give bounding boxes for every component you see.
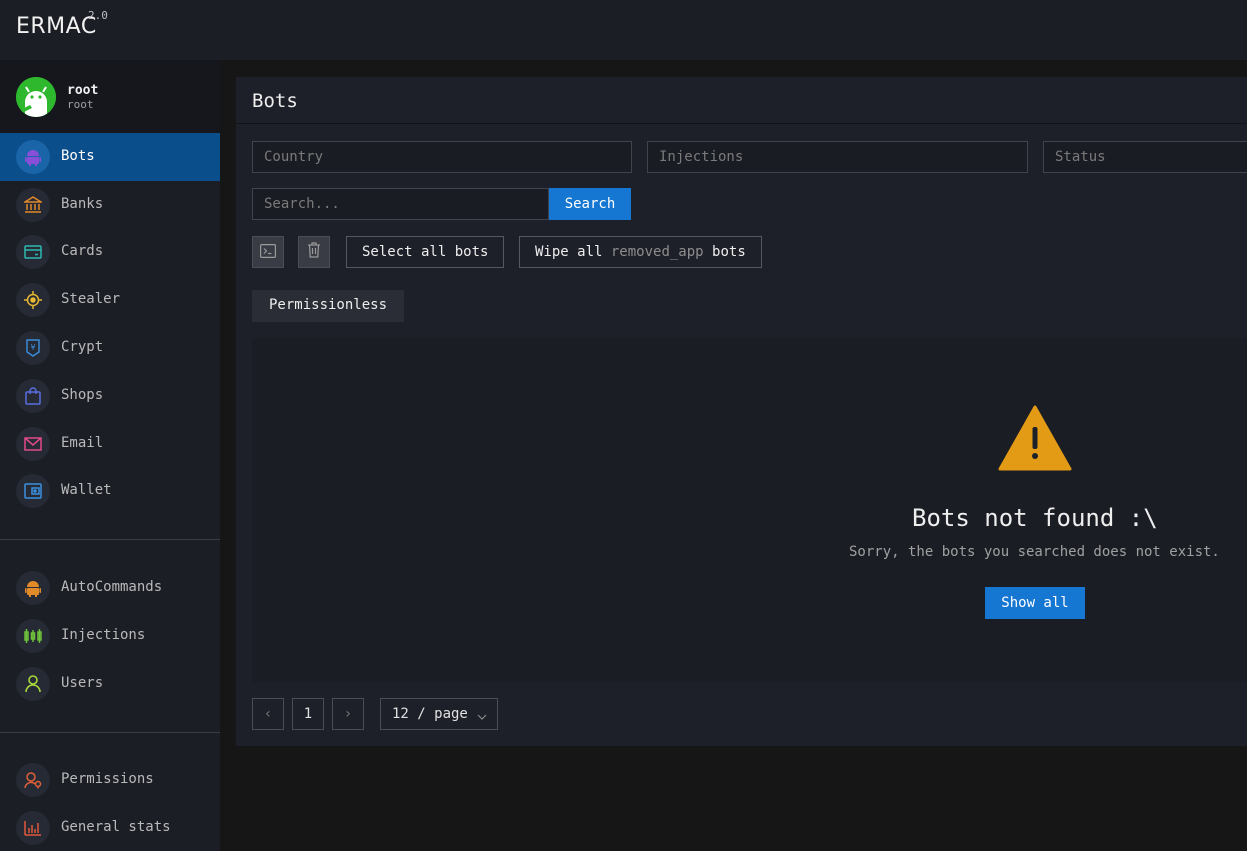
bots-panel: Bots Country Injections Status Search Se… bbox=[236, 77, 1247, 746]
bank-icon bbox=[16, 188, 50, 222]
sidebar-item-label: Bots bbox=[61, 148, 95, 164]
avatar bbox=[16, 77, 56, 117]
injections-select[interactable]: Injections bbox=[647, 141, 1028, 173]
sidebar-item-cards[interactable]: Cards bbox=[0, 228, 220, 276]
sidebar-item-label: Stealer bbox=[61, 291, 121, 307]
sidebar-item-label: Wallet bbox=[61, 482, 112, 498]
user-icon bbox=[16, 667, 50, 701]
svg-text:¥: ¥ bbox=[30, 343, 35, 352]
injections-icon bbox=[16, 619, 50, 653]
sidebar-item-label: Banks bbox=[61, 196, 104, 212]
sidebar-item-wallet[interactable]: Wallet bbox=[0, 467, 220, 515]
chevron-right-icon: › bbox=[343, 706, 353, 722]
empty-state-subtitle: Sorry, the bots you searched does not ex… bbox=[849, 544, 1220, 560]
page-title: Bots bbox=[252, 90, 298, 112]
app-version: 2.0 bbox=[88, 9, 108, 22]
sidebar-divider bbox=[0, 539, 220, 540]
android-icon bbox=[16, 571, 50, 605]
sidebar-item-general-stats[interactable]: General stats bbox=[0, 804, 220, 851]
show-all-button[interactable]: Show all bbox=[985, 587, 1085, 619]
bar-chart-icon bbox=[16, 811, 50, 845]
mail-icon bbox=[16, 427, 50, 461]
sidebar-item-users[interactable]: Users bbox=[0, 660, 220, 708]
terminal-icon bbox=[260, 243, 277, 262]
tab-permissionless[interactable]: Permissionless bbox=[252, 290, 405, 322]
wipe-removed-app-bots-button[interactable]: Wipe all removed_app bots bbox=[519, 236, 762, 268]
user-role: root bbox=[67, 98, 94, 111]
pagination-prev-button[interactable]: ‹ bbox=[252, 698, 284, 730]
empty-state-title: Bots not found :\ bbox=[912, 504, 1158, 532]
sidebar-item-label: AutoCommands bbox=[61, 579, 163, 595]
page-number: 1 bbox=[303, 706, 313, 722]
shopping-bag-icon bbox=[16, 379, 50, 413]
terminal-button[interactable] bbox=[252, 236, 284, 268]
sidebar-item-crypt[interactable]: ¥ Crypt bbox=[0, 324, 220, 372]
sidebar-item-email[interactable]: Email bbox=[0, 420, 220, 468]
sidebar-item-label: Users bbox=[61, 675, 104, 691]
search-input[interactable] bbox=[252, 188, 549, 220]
sidebar-item-label: Email bbox=[61, 435, 104, 451]
app-logo: ERMAC bbox=[16, 14, 97, 39]
sidebar-item-label: Permissions bbox=[61, 771, 154, 787]
sidebar-item-label: General stats bbox=[61, 819, 171, 835]
warning-icon bbox=[998, 405, 1072, 475]
crypto-icon: ¥ bbox=[16, 331, 50, 365]
select-all-label: Select all bots bbox=[362, 244, 489, 260]
sidebar-divider bbox=[0, 732, 220, 733]
user-permissions-icon bbox=[16, 763, 50, 797]
sidebar-item-autocommands[interactable]: AutoCommands bbox=[0, 564, 220, 612]
country-select[interactable]: Country bbox=[252, 141, 632, 173]
sidebar-item-label: Shops bbox=[61, 387, 104, 403]
crosshair-icon bbox=[16, 283, 50, 317]
delete-button[interactable] bbox=[298, 236, 330, 268]
page-size-value: 12 / page bbox=[392, 706, 468, 722]
sidebar-item-bots[interactable]: Bots bbox=[0, 133, 220, 181]
pagination-page-1[interactable]: 1 bbox=[292, 698, 324, 730]
pagination-next-button[interactable]: › bbox=[332, 698, 364, 730]
credit-card-icon bbox=[16, 235, 50, 269]
sidebar-item-injections[interactable]: Injections bbox=[0, 612, 220, 660]
sidebar-item-stealer[interactable]: Stealer bbox=[0, 276, 220, 324]
trash-icon bbox=[307, 242, 321, 262]
status-select[interactable]: Status bbox=[1043, 141, 1247, 173]
sidebar: root root Bots Banks Cards Stealer ¥ Cry… bbox=[0, 61, 220, 851]
sidebar-item-banks[interactable]: Banks bbox=[0, 181, 220, 229]
wallet-icon bbox=[16, 474, 50, 508]
sidebar-item-label: Injections bbox=[61, 627, 146, 643]
page-size-select[interactable]: 12 / page bbox=[380, 698, 498, 730]
top-bar: ERMAC 2.0 bbox=[0, 0, 1247, 61]
wipe-suffix: bots bbox=[712, 244, 746, 260]
user-profile: root root bbox=[0, 61, 220, 133]
wipe-keyword: removed_app bbox=[610, 244, 704, 260]
panel-header: Bots bbox=[236, 77, 1247, 124]
chevron-left-icon: ‹ bbox=[263, 706, 273, 722]
sidebar-item-shops[interactable]: Shops bbox=[0, 372, 220, 420]
chevron-down-icon bbox=[477, 709, 487, 725]
select-all-bots-button[interactable]: Select all bots bbox=[346, 236, 505, 268]
user-name: root bbox=[67, 83, 99, 98]
sidebar-item-label: Cards bbox=[61, 243, 104, 259]
android-icon bbox=[16, 140, 50, 174]
search-button[interactable]: Search bbox=[549, 188, 631, 220]
sidebar-item-label: Crypt bbox=[61, 339, 104, 355]
sidebar-item-permissions[interactable]: Permissions bbox=[0, 756, 220, 804]
wipe-prefix: Wipe all bbox=[535, 244, 603, 260]
